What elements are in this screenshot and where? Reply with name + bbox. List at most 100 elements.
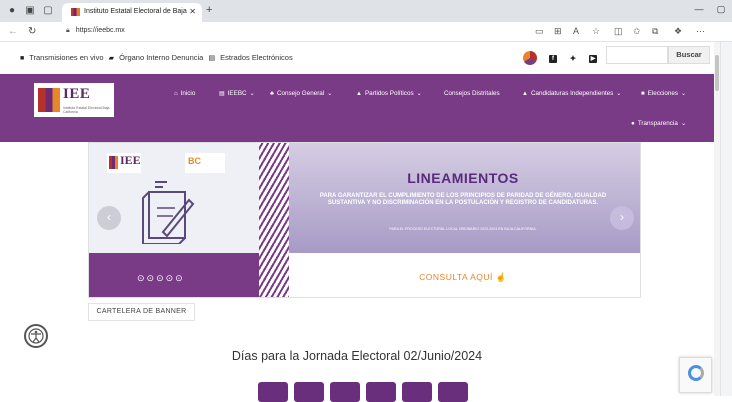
chevron-down-icon: ⌄ bbox=[681, 91, 687, 97]
banner-cta-panel: CONSULTA AQUÍ ☝ bbox=[284, 253, 640, 297]
countdown-box bbox=[294, 382, 324, 402]
top-link-organo[interactable]: Órgano Interno Denuncia bbox=[119, 53, 203, 62]
list-icon: ▤ bbox=[219, 91, 225, 97]
hero-banner[interactable]: IEE BC ⊙⊙⊙⊙⊙ LINEAMIENTOS PARA GARANTIZA… bbox=[88, 142, 641, 298]
new-tab-icon[interactable]: + bbox=[206, 4, 212, 16]
reader-icon[interactable]: ▭ bbox=[535, 26, 544, 37]
people-icon: ♣ bbox=[270, 91, 274, 97]
nav-item-partidos[interactable]: ▲ Partidos Políticos ⌄ bbox=[356, 90, 422, 97]
calendar-icon: ▤ bbox=[208, 55, 216, 62]
apps-icon[interactable]: ⊞ bbox=[554, 26, 562, 37]
collections-icon[interactable]: ⧉ bbox=[652, 26, 658, 37]
countdown-title: Días para la Jornada Electoral 02/Junio/… bbox=[231, 349, 483, 363]
banner-proceso-logo: BC bbox=[185, 153, 225, 173]
browser-tab-bar: ● ▣ ▢ Instituto Estatal Electoral de Baj… bbox=[0, 0, 732, 22]
chevron-down-icon: ⌄ bbox=[416, 91, 422, 97]
logo-mark bbox=[109, 156, 118, 169]
chevron-down-icon: ⌄ bbox=[680, 120, 687, 127]
banner-text: PARA GARANTIZAR EL CUMPLIMIENTO DE LOS P… bbox=[319, 193, 607, 206]
nav-label: Consejos Distritales bbox=[444, 90, 500, 97]
recaptcha-badge[interactable] bbox=[679, 357, 712, 393]
countdown-box bbox=[330, 382, 360, 402]
scrollbar-thumb[interactable] bbox=[715, 55, 719, 91]
favorite-star-icon[interactable]: ☆ bbox=[592, 26, 600, 37]
nav-item-candidaturas[interactable]: ▲ Candidaturas Independientes ⌄ bbox=[522, 90, 621, 97]
banner-title: LINEAMIENTOS bbox=[407, 170, 519, 186]
url-field[interactable]: 🔒︎ https://ieebc.mx bbox=[66, 27, 125, 35]
logo-text: IEE bbox=[63, 86, 91, 102]
cta-label: CONSULTA AQUÍ bbox=[419, 272, 493, 282]
split-screen-icon[interactable]: ◫ bbox=[614, 26, 623, 37]
folder-icon: ▰ bbox=[108, 55, 115, 62]
tab-title: Instituto Estatal Electoral de Baja bbox=[84, 8, 187, 15]
youtube-icon[interactable]: ▶ bbox=[589, 55, 597, 63]
nav-label: Inicio bbox=[180, 90, 196, 97]
search-button[interactable]: Buscar bbox=[668, 46, 710, 64]
address-bar: ← ↻ 🔒︎ https://ieebc.mx ▭ ⊞ A ☆ ◫ ✩ ⧉ ❖ ⋯ bbox=[0, 22, 732, 42]
chevron-down-icon: ⌄ bbox=[616, 91, 622, 97]
read-aloud-icon[interactable]: A bbox=[573, 26, 579, 36]
twitter-icon[interactable]: ✦ bbox=[569, 55, 577, 63]
back-icon[interactable]: ← bbox=[8, 26, 18, 37]
nav-item-inicio[interactable]: ⌂ Inicio bbox=[174, 90, 195, 97]
banner-left-panel: IEE BC bbox=[89, 143, 267, 253]
recaptcha-icon bbox=[688, 365, 704, 381]
nav-item-ieebc[interactable]: ▤ IEEBC ⌄ bbox=[219, 90, 255, 97]
user-icon: ▲ bbox=[522, 91, 528, 97]
nav-label: Elecciones bbox=[647, 90, 679, 97]
accessibility-button[interactable] bbox=[24, 324, 48, 348]
ballot-icon: ■ bbox=[641, 91, 645, 97]
video-camera-icon: ■ bbox=[20, 55, 25, 62]
nav-item-transparencia[interactable]: ● Transparencia ⌄ bbox=[631, 120, 686, 127]
chevron-down-icon: ⌄ bbox=[249, 91, 255, 97]
accessibility-icon bbox=[28, 328, 44, 344]
url-text: https://ieebc.mx bbox=[75, 27, 125, 34]
banner-right-panel: LINEAMIENTOS PARA GARANTIZAR EL CUMPLIMI… bbox=[284, 143, 640, 253]
minimize-icon[interactable]: — bbox=[688, 4, 710, 14]
window-controls: — ▢ bbox=[688, 4, 732, 15]
refresh-icon[interactable]: ↻ bbox=[28, 26, 36, 37]
workspaces-icon[interactable]: ▣ bbox=[24, 5, 36, 17]
banner-small-text: PARA EL PROCESO ELECTORAL LOCAL ORDINARI… bbox=[389, 227, 537, 231]
tab-actions-icon[interactable]: ▢ bbox=[42, 5, 54, 17]
nav-label: Candidaturas Independientes bbox=[530, 90, 614, 97]
profile-icon[interactable]: ● bbox=[6, 5, 18, 17]
favorites-icon[interactable]: ✩ bbox=[633, 26, 641, 37]
carousel-next-button[interactable]: › bbox=[610, 206, 634, 230]
top-link-transmisiones[interactable]: Transmisiones en vivo bbox=[29, 53, 103, 62]
countdown-box bbox=[402, 382, 432, 402]
nav-item-elecciones[interactable]: ■ Elecciones ⌄ bbox=[641, 90, 686, 97]
site-favicon bbox=[71, 8, 80, 16]
site-top-strip: ■ Transmisiones en vivo ▰ Órgano Interno… bbox=[0, 42, 714, 74]
nav-item-consejo-general[interactable]: ♣ Consejo General ⌄ bbox=[270, 90, 332, 97]
ieebc-app-icon[interactable] bbox=[523, 51, 537, 65]
nav-label: Transparencia bbox=[637, 120, 678, 127]
top-link-estrados[interactable]: Estrados Electrónicos bbox=[220, 53, 293, 62]
browser-sidebar bbox=[720, 42, 732, 396]
ieebc-logo[interactable]: IEE Instituto Estatal Electoral Baja Cal… bbox=[34, 83, 114, 117]
banner-social-panel: ⊙⊙⊙⊙⊙ bbox=[89, 253, 267, 297]
top-links: ■ Transmisiones en vivo ▰ Órgano Interno… bbox=[20, 53, 296, 62]
nav-label: Consejo General bbox=[276, 90, 325, 97]
consulta-link[interactable]: CONSULTA AQUÍ ☝ bbox=[284, 272, 640, 283]
nav-label: IEEBC bbox=[227, 90, 247, 97]
browser-tab[interactable]: Instituto Estatal Electoral de Baja ✕ bbox=[62, 3, 202, 22]
close-tab-icon[interactable]: ✕ bbox=[189, 7, 196, 16]
pointer-hand-icon: ☝ bbox=[495, 272, 507, 282]
carousel-prev-button[interactable]: ‹ bbox=[97, 206, 121, 230]
chevron-down-icon: ⌄ bbox=[327, 91, 333, 97]
extensions-icon[interactable]: ❖ bbox=[674, 26, 682, 37]
nav-item-consejos-distritales[interactable]: Consejos Distritales bbox=[444, 90, 500, 97]
nav-label: Partidos Políticos bbox=[364, 90, 414, 97]
eye-icon: ● bbox=[631, 120, 635, 127]
main-navigation: IEE Instituto Estatal Electoral Baja Cal… bbox=[0, 74, 714, 142]
countdown-box bbox=[366, 382, 396, 402]
site-search-input[interactable] bbox=[606, 46, 668, 64]
page-scrollbar[interactable] bbox=[714, 42, 720, 396]
cartelera-banner-button[interactable]: CARTELERA DE BANNER bbox=[88, 303, 195, 321]
more-icon[interactable]: ⋯ bbox=[696, 26, 705, 37]
home-icon: ⌂ bbox=[174, 91, 178, 97]
lock-icon: 🔒︎ bbox=[66, 27, 70, 34]
maximize-icon[interactable]: ▢ bbox=[710, 4, 732, 15]
facebook-icon[interactable]: f bbox=[549, 55, 557, 63]
